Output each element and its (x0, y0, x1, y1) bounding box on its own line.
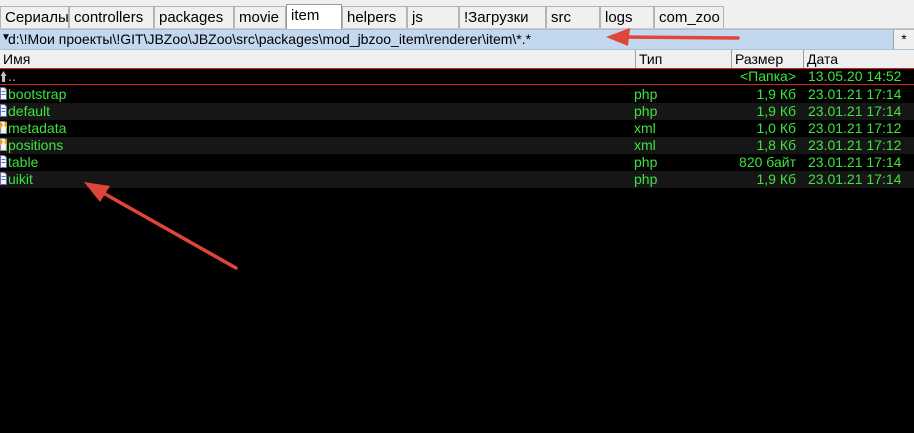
file-date: 23.01.21 17:12 (808, 120, 902, 136)
file-name: uikit (8, 171, 33, 187)
file-name: default (8, 103, 51, 119)
column-type[interactable]: Тип (636, 50, 732, 68)
file-size: 1,9 Кб (756, 86, 796, 102)
file-row-bootstrap[interactable]: bootstrap php 1,9 Кб 23.01.21 17:14 (0, 86, 914, 103)
php-file-icon (0, 104, 7, 117)
column-size[interactable]: Размер (732, 50, 804, 68)
tab-logs[interactable]: logs (600, 6, 654, 28)
parent-dir-row[interactable]: .. <Папка> 13.05.20 14:52 (0, 68, 914, 85)
file-name: positions (8, 137, 64, 153)
xml-file-icon (0, 138, 7, 151)
file-size: 1,0 Кб (756, 120, 796, 136)
file-type: php (634, 171, 658, 187)
file-type: xml (634, 137, 656, 153)
file-row-uikit[interactable]: uikit php 1,9 Кб 23.01.21 17:14 (0, 171, 914, 188)
tab-serialy[interactable]: Сериалы (0, 6, 69, 28)
tab-zagruzki[interactable]: !Загрузки (459, 6, 546, 28)
php-file-icon (0, 87, 7, 100)
tab-src[interactable]: src (546, 6, 600, 28)
tab-controllers[interactable]: controllers (69, 6, 154, 28)
file-date: 23.01.21 17:12 (808, 137, 902, 153)
file-row-metadata[interactable]: metadata xml 1,0 Кб 23.01.21 17:12 (0, 120, 914, 137)
php-file-icon (0, 172, 7, 185)
file-date: 23.01.21 17:14 (808, 86, 902, 102)
file-row-positions[interactable]: positions xml 1,8 Кб 23.01.21 17:12 (0, 137, 914, 154)
xml-file-icon (0, 121, 7, 134)
current-path: d:\!Мои проекты\!GIT\JBZoo\JBZoo\src\pac… (8, 31, 532, 47)
file-name: .. (8, 68, 16, 84)
file-row-default[interactable]: default php 1,9 Кб 23.01.21 17:14 (0, 103, 914, 120)
file-row-table[interactable]: table php 820 байт 23.01.21 17:14 (0, 154, 914, 171)
tab-bar: Сериалы controllers packages movie item … (0, 0, 914, 29)
tab-movie[interactable]: movie (234, 6, 286, 28)
column-header: Имя Тип Размер Дата (0, 50, 914, 69)
file-size: 1,9 Кб (756, 171, 796, 187)
tab-helpers[interactable]: helpers (342, 6, 407, 28)
file-type: xml (634, 120, 656, 136)
file-date: 23.01.21 17:14 (808, 171, 902, 187)
file-name: bootstrap (8, 86, 67, 102)
filter-star-button[interactable]: * (893, 30, 914, 49)
path-bar[interactable]: ▼ d:\!Мои проекты\!GIT\JBZoo\JBZoo\src\p… (0, 29, 914, 50)
column-name[interactable]: Имя (0, 50, 636, 68)
up-arrow-icon (0, 71, 7, 82)
file-type: php (634, 86, 658, 102)
file-type: php (634, 103, 658, 119)
file-name: metadata (8, 120, 67, 136)
file-type: php (634, 154, 658, 170)
file-size: <Папка> (740, 68, 796, 84)
file-date: 23.01.21 17:14 (808, 103, 902, 119)
file-size: 820 байт (739, 154, 796, 170)
file-date: 23.01.21 17:14 (808, 154, 902, 170)
annotation-arrow-files (84, 182, 238, 270)
file-size: 1,8 Кб (756, 137, 796, 153)
tab-item[interactable]: item (286, 4, 342, 29)
file-name: table (8, 154, 39, 170)
file-date: 13.05.20 14:52 (808, 68, 902, 84)
tab-com-zoo[interactable]: com_zoo (654, 6, 724, 28)
tab-js[interactable]: js (407, 6, 459, 28)
tab-packages[interactable]: packages (154, 6, 234, 28)
php-file-icon (0, 155, 7, 168)
file-size: 1,9 Кб (756, 103, 796, 119)
column-date[interactable]: Дата (804, 50, 914, 68)
